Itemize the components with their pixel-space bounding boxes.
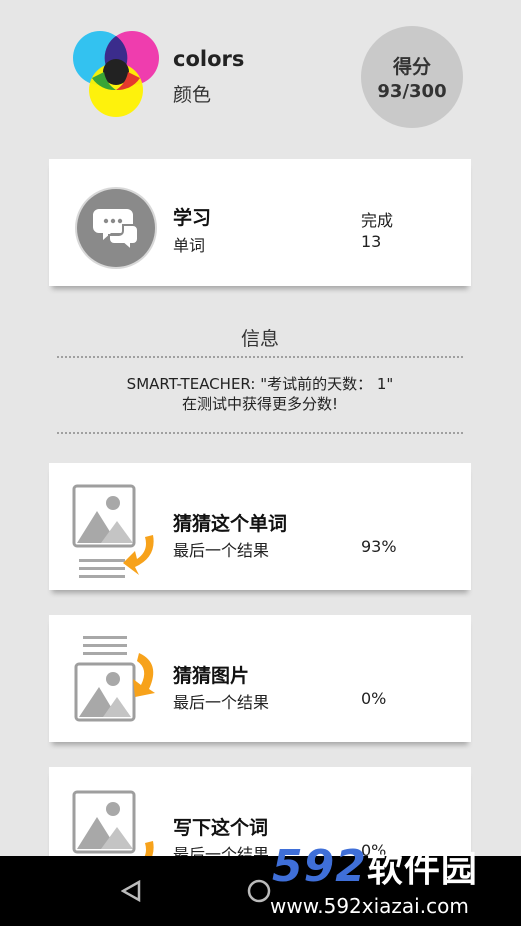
score-value: 93/300 (377, 81, 447, 102)
divider (57, 432, 463, 434)
header: colors 颜色 得分 93/300 (0, 0, 521, 140)
exercise-result: 93% (361, 537, 397, 556)
exercise-title: 猜猜这个单词 (173, 513, 288, 535)
exercise-result: 0% (361, 689, 387, 708)
watermark-number: 592 (272, 841, 367, 892)
exercise-card-guess-word[interactable]: 猜猜这个单词 最后一个结果 93% (49, 463, 471, 590)
info-line-2: 在测试中获得更多分数! (181, 395, 338, 413)
watermark-main: 592软件园 (272, 840, 478, 892)
study-status-value: 13 (361, 232, 382, 251)
study-subtitle: 单词 (173, 236, 206, 255)
watermark-cn: 软件园 (366, 849, 478, 890)
picture-to-text-icon (72, 484, 154, 578)
exercise-title: 写下这个词 (173, 817, 269, 839)
color-circles-logo-icon (73, 31, 159, 117)
text-to-picture-icon (74, 636, 155, 722)
watermark-logo: 592软件园 www.592xiazai.com (262, 832, 521, 926)
study-title: 学习 (173, 207, 212, 229)
exercise-subtitle: 最后一个结果 (173, 693, 270, 712)
topic-title: colors (173, 47, 245, 71)
exercise-subtitle: 最后一个结果 (173, 541, 270, 560)
info-message: SMART-TEACHER: "考试前的天数： 1" 在测试中获得更多分数! (57, 358, 463, 432)
score-label: 得分 (392, 56, 431, 78)
exercise-title: 猜猜图片 (173, 665, 250, 687)
chat-bubbles-icon (77, 189, 155, 267)
study-status-label: 完成 (361, 211, 394, 230)
score-badge: 得分 93/300 (361, 26, 463, 128)
topic-subtitle: 颜色 (173, 84, 212, 106)
info-line-1: SMART-TEACHER: "考试前的天数： 1" (126, 375, 394, 393)
back-triangle-icon[interactable] (121, 880, 141, 902)
info-section: 信息 SMART-TEACHER: "考试前的天数： 1" 在测试中获得更多分数… (57, 322, 463, 434)
info-title: 信息 (240, 328, 279, 350)
study-card[interactable]: 学习 单词 完成 13 (49, 159, 471, 286)
exercise-card-guess-picture[interactable]: 猜猜图片 最后一个结果 0% (49, 615, 471, 742)
watermark-url: www.592xiazai.com (270, 894, 469, 918)
